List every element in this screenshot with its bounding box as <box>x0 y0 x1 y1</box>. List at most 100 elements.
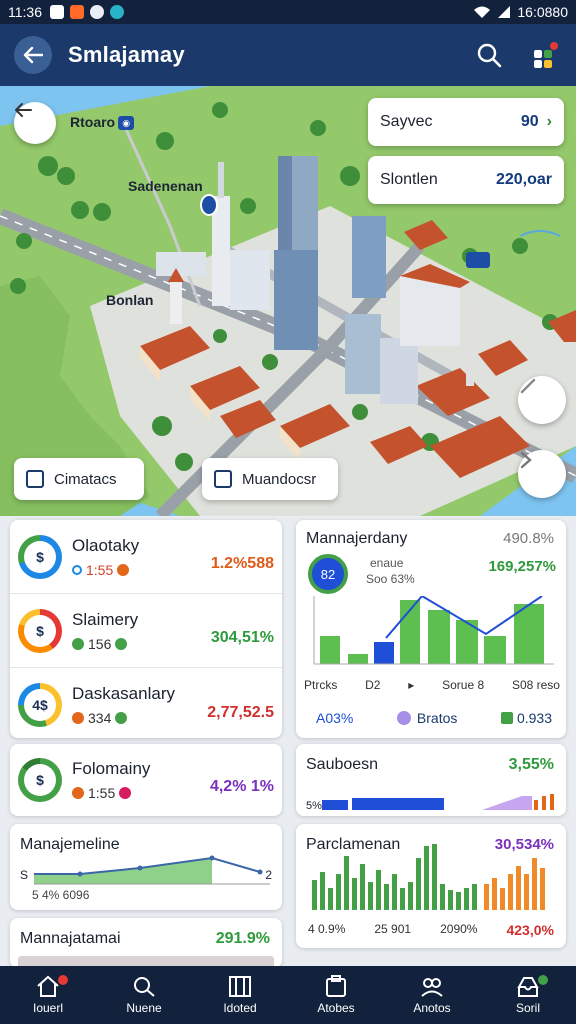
chart-footer: A03% Bratos 0.933 <box>316 710 552 726</box>
map-label-top: Rtoaro ◉ <box>70 114 135 131</box>
dollar-icon: 4$ <box>24 689 56 721</box>
list-item-sub: 334 <box>72 710 207 726</box>
chart-title: Mannajerdany <box>306 530 408 547</box>
map-label-low: Bonlan <box>106 292 154 308</box>
map-marker-icon[interactable] <box>200 194 218 216</box>
management-card-2[interactable]: Mannajatamai 291.9% <box>10 918 282 968</box>
grid-icon <box>534 50 542 58</box>
progress-ring: 4$ <box>18 683 62 727</box>
management-value-2: 291.9% <box>215 930 270 947</box>
management-title-2: Mannajatamai <box>20 930 121 947</box>
list-item[interactable]: $ Slaimery 156 304,51% <box>10 594 282 668</box>
telegram-icon <box>110 5 124 19</box>
sauboesn-title: Sauboesn <box>306 756 379 773</box>
list-item-value: 304,51% <box>210 629 274 646</box>
sauboesn-bars <box>322 794 554 810</box>
map-info-card-2[interactable]: Slontlen 220,oar <box>368 156 564 204</box>
list-item-sub: 1:55 <box>72 785 210 801</box>
map-pill-manage[interactable]: Muandocsr <box>202 458 338 500</box>
list-item-title: Daskasanlary <box>72 684 175 703</box>
nav-item-reports[interactable]: Atobes <box>288 966 384 1024</box>
app-bar: Smlajamay <box>0 24 576 86</box>
chart-badge-icon: 82 <box>308 554 348 594</box>
map-pill-climate[interactable]: Cimatacs <box>14 458 144 500</box>
progress-ring: $ <box>18 534 62 579</box>
management-axis-right: 2 <box>265 868 272 882</box>
list-item[interactable]: 4$ Daskasanlary 334 2,77,52.5 <box>10 668 282 738</box>
list-item-sub: 156 <box>72 636 211 652</box>
search-plus-icon <box>134 977 155 997</box>
notification-badge <box>58 975 68 985</box>
chart-green-value: 169,257% <box>488 558 556 575</box>
notification-badge <box>538 975 548 985</box>
parclamenan-footer: 4 0.9% 25 901 2090% 423,0% <box>308 922 554 938</box>
chart-value: 490.8% <box>503 530 554 547</box>
map-info-value: 220,oar <box>495 171 552 188</box>
dollar-icon: $ <box>24 540 56 573</box>
inbox-icon <box>517 977 539 997</box>
sauboesn-value: 3,55% <box>508 756 554 773</box>
nav-item-notes[interactable]: Anotos <box>384 966 480 1024</box>
metrics-list-card: $ Olaotaky 1:55 1.2%588 $ Slaimery 156 3… <box>10 520 282 738</box>
page-title: Smlajamay <box>68 42 185 67</box>
map-label-mid: Sadenenan <box>128 178 203 194</box>
notification-badge <box>550 42 558 50</box>
clipboard-icon <box>326 975 346 997</box>
parclamenan-card[interactable]: Parclamenan 30,534% 4 0.9% 25 901 2090% 423… <box>296 824 566 948</box>
arrow-left-icon <box>23 46 43 64</box>
list-item-value: 1.2%588 <box>210 555 274 572</box>
search-icon[interactable] <box>476 42 502 68</box>
nav-item-home[interactable]: Iouerl <box>0 966 96 1024</box>
management-card[interactable]: Manajemeline S 2 5 4% 6096 <box>10 824 282 910</box>
management-axis-left: S <box>20 868 29 882</box>
map-next-button[interactable] <box>518 376 566 424</box>
notifications-button[interactable] <box>532 42 562 68</box>
home-icon <box>37 975 59 997</box>
nav-item-search[interactable]: Nuene <box>96 966 192 1024</box>
list-item[interactable]: $ Olaotaky 1:55 1.2%588 <box>10 520 282 594</box>
sauboesn-axis: 5% <box>306 800 322 812</box>
dollar-icon: $ <box>24 764 56 796</box>
arrow-diagonal-icon <box>520 378 536 394</box>
status-right-text: 16:0880 <box>517 4 568 20</box>
list-item-value: 2,77,52.5 <box>207 704 274 721</box>
chart-legend: Ptrcks D2 ▸ Sorue 8 S08 reso <box>304 678 560 692</box>
status-time: 11:36 <box>8 4 42 20</box>
map-back-button[interactable] <box>14 102 56 144</box>
nav-item-buildings[interactable]: Idoted <box>192 966 288 1024</box>
map-forward-button[interactable] <box>518 450 566 498</box>
list-item-sub: 1:55 <box>72 562 211 578</box>
music-icon <box>90 5 104 19</box>
app-icon <box>70 5 84 19</box>
location-pin-icon: ◉ <box>118 116 135 131</box>
map-illustration <box>0 86 576 516</box>
dollar-icon: $ <box>24 614 56 647</box>
back-button[interactable] <box>14 36 52 74</box>
map-info-card-1[interactable]: Sayvec 90 › <box>368 98 564 146</box>
signal-icon <box>498 6 511 18</box>
arrow-left-icon <box>15 103 32 117</box>
progress-ring: $ <box>18 758 62 802</box>
management-title: Manajemeline <box>20 836 120 853</box>
chart-inner-title: enaue <box>370 556 404 570</box>
map-flag-icon[interactable] <box>466 252 490 268</box>
nav-item-settings[interactable]: Soril <box>480 966 576 1024</box>
chart-card[interactable]: Mannajerdany 490.8% 82 enaue Soo 63% 169… <box>296 520 566 738</box>
city-map[interactable]: Rtoaro ◉ Sadenenan Bonlan Sayvec 90 › Slo… <box>0 86 576 516</box>
map-info-label: Slontlen <box>380 171 438 188</box>
document-icon <box>214 470 232 488</box>
list-item-title: Folomainy <box>72 759 151 778</box>
building-icon <box>229 976 251 997</box>
chart-inner-sub: Soo 63% <box>366 572 415 586</box>
list-item[interactable]: $ Folomainy 1:55 4,2% 1% <box>10 744 282 816</box>
bottom-navigation: Iouerl Nuene Idoted Atobes Anotos Soril <box>0 966 576 1024</box>
list-item-value: 4,2% 1% <box>209 778 274 795</box>
map-info-label: Sayvec <box>380 113 433 130</box>
chevron-right-icon: › <box>546 113 552 130</box>
status-notification-icons <box>50 5 124 19</box>
chart-bars <box>313 596 554 665</box>
list-item-title: Slaimery <box>72 609 139 629</box>
sauboesn-card[interactable]: Sauboesn 3,55% 5% <box>296 744 566 816</box>
chevron-right-icon <box>520 451 532 469</box>
list-item-title: Olaotaky <box>72 535 140 555</box>
